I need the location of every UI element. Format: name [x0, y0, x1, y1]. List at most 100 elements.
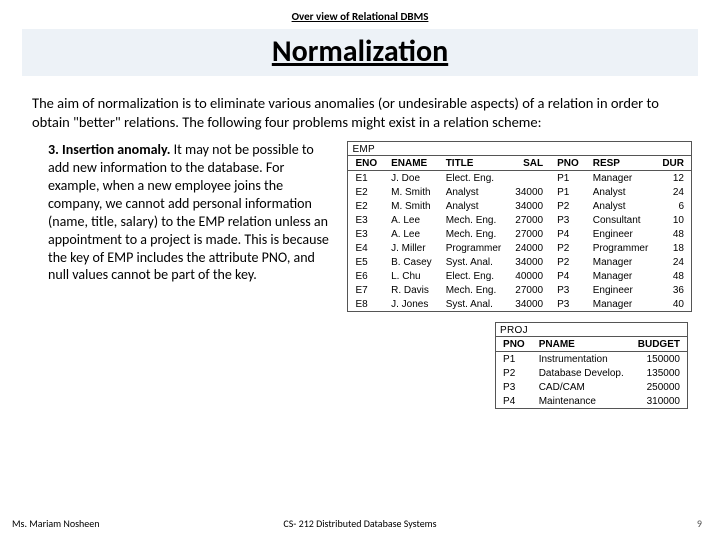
cell: Elect. Eng.	[439, 269, 509, 283]
cell: 48	[655, 227, 691, 241]
table-row: E6L. ChuElect. Eng.40000P4Manager48	[348, 269, 691, 283]
footer: Ms. Mariam Nosheen CS- 212 Distributed D…	[0, 517, 720, 530]
cell: R. Davis	[384, 283, 439, 297]
cell: P3	[550, 213, 586, 227]
table-row: P3CAD/CAM250000	[496, 380, 687, 394]
cell: 34000	[508, 297, 550, 311]
cell: Manager	[586, 255, 656, 269]
cell: Syst. Anal.	[439, 297, 509, 311]
cell: Programmer	[586, 241, 656, 255]
footer-author: Ms. Mariam Nosheen	[12, 517, 100, 530]
cell: 40	[655, 297, 691, 311]
cell: P4	[550, 227, 586, 241]
cell: 135000	[631, 366, 687, 380]
cell: Analyst	[439, 185, 509, 199]
cell: 250000	[631, 380, 687, 394]
emp-table: ENO ENAME TITLE SAL PNO RESP DUR E1J. Do…	[348, 155, 691, 311]
cell: P2	[496, 366, 532, 380]
cell: 6	[655, 199, 691, 213]
cell: A. Lee	[384, 227, 439, 241]
cell: P3	[496, 380, 532, 394]
intro-paragraph: The aim of normalization is to eliminate…	[32, 94, 688, 131]
table-row: E4J. MillerProgrammer24000P2Programmer18	[348, 241, 691, 255]
cell: J. Miller	[384, 241, 439, 255]
cell: B. Casey	[384, 255, 439, 269]
table-row: E5B. CaseySyst. Anal.34000P2Manager24	[348, 255, 691, 269]
proj-table-wrap: PROJ PNO PNAME BUDGET P1Instrumentation1…	[495, 322, 688, 409]
cell: 36	[655, 283, 691, 297]
anomaly-lead: 3. Insertion anomaly.	[48, 141, 170, 158]
slide-title: Normalization	[272, 33, 448, 70]
cell: 27000	[508, 213, 550, 227]
table-row: P4Maintenance310000	[496, 394, 687, 408]
table-row: P2Database Develop.135000	[496, 366, 687, 380]
emp-h4: PNO	[550, 156, 586, 171]
cell: Manager	[586, 171, 656, 186]
cell: 34000	[508, 185, 550, 199]
anomaly-paragraph: 3. Insertion anomaly. It may not be poss…	[48, 141, 332, 409]
cell: 27000	[508, 283, 550, 297]
table-row: P1Instrumentation150000	[496, 352, 687, 367]
table-row: E3A. LeeMech. Eng.27000P3Consultant10	[348, 213, 691, 227]
table-row: E3A. LeeMech. Eng.27000P4Engineer48	[348, 227, 691, 241]
cell: Consultant	[586, 213, 656, 227]
table-row: E2M. SmithAnalyst34000P2Analyst6	[348, 199, 691, 213]
table-row: E8J. JonesSyst. Anal.34000P3Manager40	[348, 297, 691, 311]
cell: 34000	[508, 199, 550, 213]
overview-header: Over view of Relational DBMS	[28, 10, 692, 23]
tables-column: EMP ENO ENAME TITLE SAL PNO RESP DUR E1J…	[346, 141, 692, 409]
cell: 27000	[508, 227, 550, 241]
emp-caption: EMP	[348, 142, 691, 155]
cell: 24	[655, 185, 691, 199]
proj-table: PNO PNAME BUDGET P1Instrumentation150000…	[496, 336, 687, 408]
cell: Analyst	[586, 185, 656, 199]
cell: Manager	[586, 269, 656, 283]
cell: Database Develop.	[532, 366, 631, 380]
cell: 18	[655, 241, 691, 255]
cell: P1	[550, 171, 586, 186]
anomaly-body: It may not be possible to add new inform…	[48, 141, 329, 283]
cell: M. Smith	[384, 185, 439, 199]
emp-table-wrap: EMP ENO ENAME TITLE SAL PNO RESP DUR E1J…	[347, 141, 692, 312]
cell: Mech. Eng.	[439, 213, 509, 227]
cell: E6	[348, 269, 384, 283]
cell: 24000	[508, 241, 550, 255]
footer-course: CS- 212 Distributed Database Systems	[283, 517, 436, 530]
cell: CAD/CAM	[532, 380, 631, 394]
cell: 24	[655, 255, 691, 269]
footer-pageno: 9	[697, 517, 702, 530]
cell: E2	[348, 199, 384, 213]
emp-h2: TITLE	[439, 156, 509, 171]
table-row: E7R. DavisMech. Eng.27000P3Engineer36	[348, 283, 691, 297]
slide: Over view of Relational DBMS Normalizati…	[0, 0, 720, 540]
cell: E4	[348, 241, 384, 255]
cell: Analyst	[586, 199, 656, 213]
cell: P1	[550, 185, 586, 199]
cell: Elect. Eng.	[439, 171, 509, 186]
cell: 310000	[631, 394, 687, 408]
table-row: E2M. SmithAnalyst34000P1Analyst24	[348, 185, 691, 199]
emp-h6: DUR	[655, 156, 691, 171]
cell: P3	[550, 297, 586, 311]
content-row: 3. Insertion anomaly. It may not be poss…	[28, 141, 692, 409]
emp-h5: RESP	[586, 156, 656, 171]
cell: M. Smith	[384, 199, 439, 213]
cell: P4	[496, 394, 532, 408]
cell: P2	[550, 241, 586, 255]
emp-h0: ENO	[348, 156, 384, 171]
cell: 34000	[508, 255, 550, 269]
cell: P4	[550, 269, 586, 283]
title-band: Normalization	[22, 29, 698, 76]
cell: Mech. Eng.	[439, 283, 509, 297]
cell: Manager	[586, 297, 656, 311]
cell: E2	[348, 185, 384, 199]
cell: P1	[496, 352, 532, 367]
cell: E3	[348, 213, 384, 227]
cell: Instrumentation	[532, 352, 631, 367]
cell: P2	[550, 255, 586, 269]
cell: Mech. Eng.	[439, 227, 509, 241]
proj-h1: PNAME	[532, 337, 631, 352]
proj-caption: PROJ	[496, 323, 687, 336]
cell: E3	[348, 227, 384, 241]
cell	[508, 171, 550, 186]
